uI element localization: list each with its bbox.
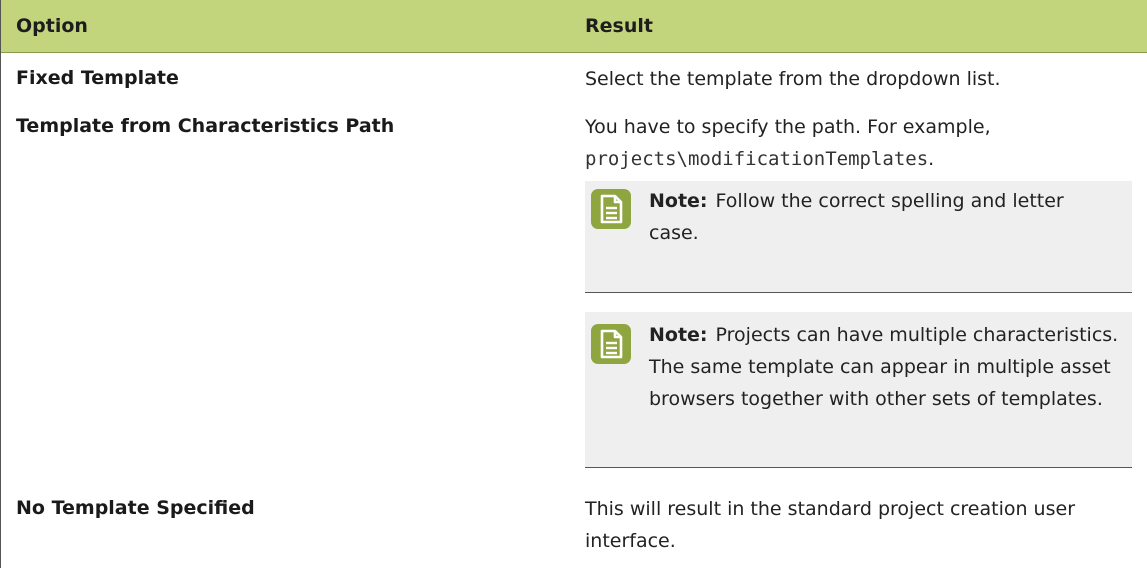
table-header: Option Result [1, 0, 1147, 53]
note-box: Note: Follow the correct spelling and let… [585, 181, 1132, 293]
note-label: Note: [649, 324, 708, 346]
path-code: projects\modificationTemplates [585, 148, 929, 170]
options-table: Option Result Fixed Template Select the … [0, 0, 1147, 568]
row-result-characteristics-path: You have to specify the path. For exampl… [585, 111, 1135, 175]
column-header-option: Option [16, 15, 88, 37]
row-result-fixed-template: Select the template from the dropdown li… [585, 68, 1001, 90]
note-body: Projects can have multiple characteristi… [649, 324, 1119, 410]
note-label: Note: [649, 190, 708, 212]
row-option-fixed-template: Fixed Template [16, 67, 179, 89]
note-icon [591, 189, 631, 229]
result-suffix: . [928, 148, 935, 170]
result-text: You have to specify the path. For exampl… [585, 116, 991, 138]
row-option-characteristics-path: Template from Characteristics Path [16, 115, 395, 137]
row-option-no-template: No Template Specified [16, 497, 255, 519]
row-result-no-template: This will result in the standard project… [585, 498, 1076, 552]
note-body: Follow the correct spelling and letter c… [649, 190, 1064, 244]
note-box: Note: Projects can have multiple characte… [585, 312, 1132, 468]
note-icon [591, 324, 631, 364]
note-text: Note: Follow the correct spelling and let… [649, 185, 1119, 249]
note-text: Note: Projects can have multiple characte… [649, 319, 1119, 415]
column-header-result: Result [585, 15, 653, 37]
